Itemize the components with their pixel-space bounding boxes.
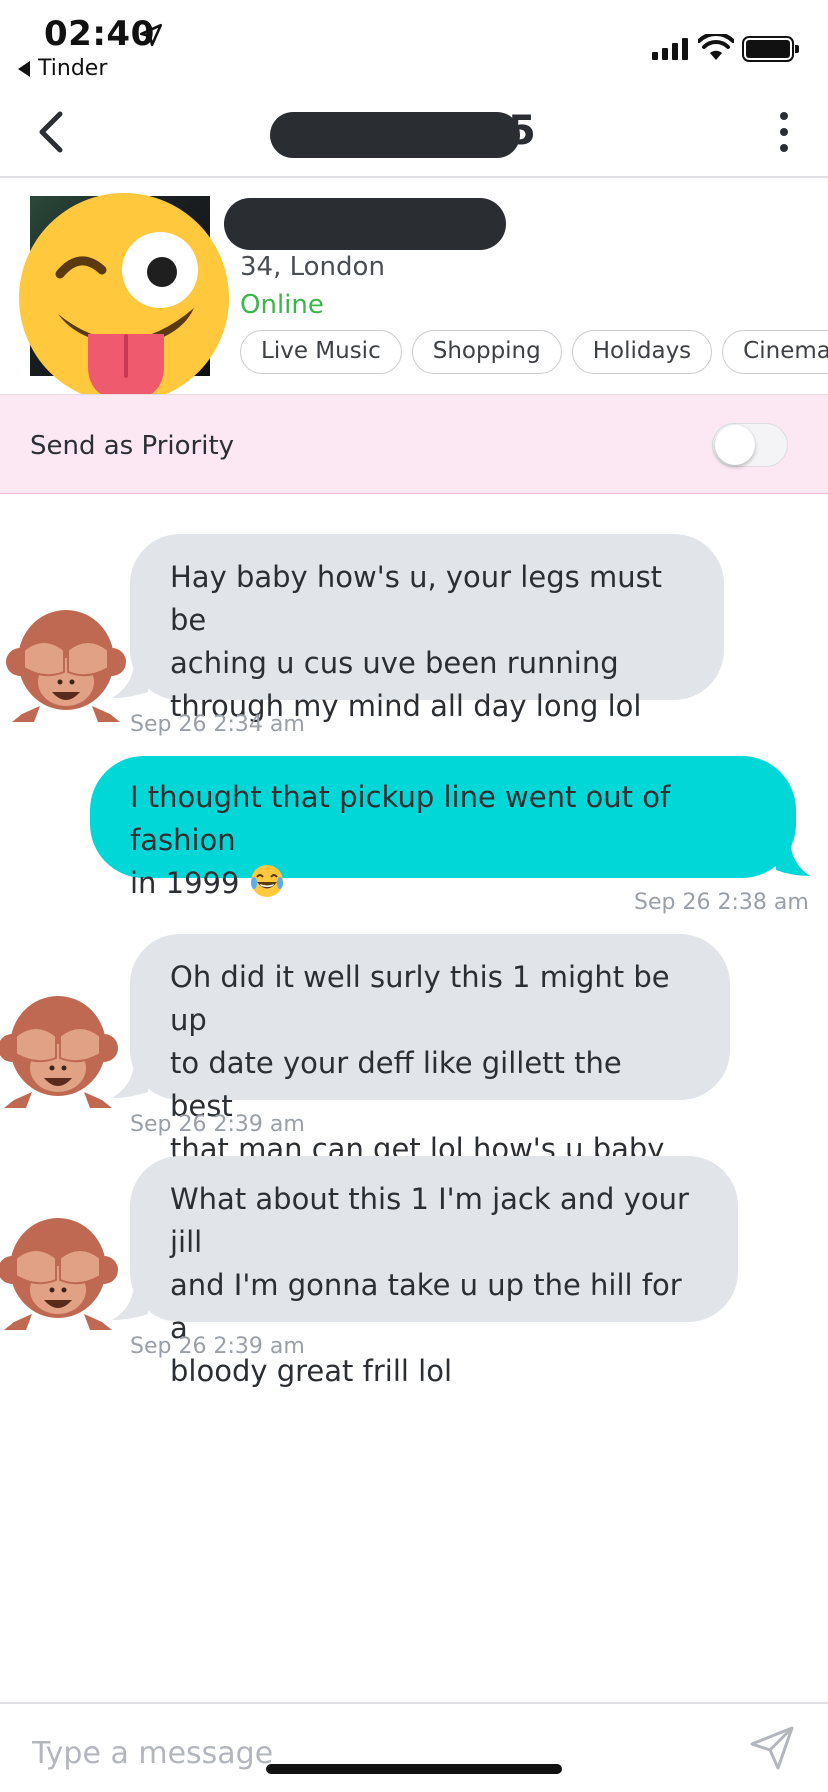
- location-arrow-icon: [139, 23, 163, 47]
- chevron-left-icon[interactable]: [34, 108, 70, 156]
- interest-tag[interactable]: Shopping: [411, 330, 562, 374]
- more-options-icon[interactable]: [772, 110, 796, 154]
- message-bubble-incoming[interactable]: What about this 1 I'm jack and your jill…: [130, 1156, 738, 1388]
- message-line: Hay baby how's u, your legs must be: [170, 560, 663, 637]
- see-no-evil-monkey-avatar[interactable]: [6, 604, 126, 724]
- interest-tag[interactable]: Holidays: [571, 330, 713, 374]
- message-line: aching u cus uve been running: [170, 646, 619, 680]
- priority-toggle[interactable]: [712, 423, 788, 467]
- bubble-tail-outgoing: [776, 842, 810, 876]
- cellular-signal-icon: [652, 38, 688, 60]
- send-as-priority-bar: Send as Priority: [0, 394, 828, 494]
- message-timestamp: Sep 26 2:39 am: [130, 1334, 305, 1359]
- message-timestamp: Sep 26 2:34 am: [130, 712, 305, 737]
- home-indicator: [266, 1764, 562, 1774]
- back-to-app-link[interactable]: Tinder: [18, 56, 107, 81]
- message-bubble-incoming[interactable]: Hay baby how's u, your legs must be achi…: [130, 534, 724, 723]
- battery-icon: [742, 36, 799, 62]
- send-as-priority-label: Send as Priority: [30, 431, 235, 461]
- winking-tongue-emoji-sticker: [19, 193, 229, 403]
- online-status: Online: [240, 290, 324, 320]
- wifi-icon: [698, 34, 734, 60]
- interest-tag[interactable]: Live Music: [240, 330, 402, 374]
- interest-tags: Live Music Shopping Holidays Cinema: [240, 330, 828, 374]
- message-line: Oh did it well surly this 1 might be up: [170, 960, 670, 1037]
- message-timestamp: Sep 26 2:39 am: [130, 1112, 305, 1137]
- message-text: in 1999: [130, 866, 240, 900]
- redacted-profile-name: [224, 198, 506, 250]
- bubble-tail-incoming: [112, 1286, 148, 1320]
- interest-tag[interactable]: Cinema: [722, 330, 828, 374]
- composer-divider: [0, 1702, 828, 1704]
- back-triangle-icon: [18, 60, 30, 77]
- message-line: What about this 1 I'm jack and your jill: [170, 1182, 689, 1259]
- see-no-evil-monkey-avatar[interactable]: [0, 990, 118, 1110]
- header-divider: [0, 176, 828, 178]
- match-name-tail: 5: [508, 108, 536, 154]
- profile-age-location: 34, London: [240, 252, 385, 282]
- message-timestamp: Sep 26 2:38 am: [634, 890, 809, 915]
- bubble-tail-incoming: [112, 664, 148, 698]
- face-with-tears-of-joy-icon: [250, 865, 283, 897]
- redacted-match-name: [270, 112, 520, 158]
- send-icon[interactable]: [748, 1724, 796, 1772]
- bubble-tail-incoming: [112, 1064, 148, 1098]
- message-bubble-outgoing[interactable]: I thought that pickup line went out of f…: [90, 756, 796, 900]
- toggle-knob: [715, 425, 755, 465]
- back-to-app-label: Tinder: [38, 56, 108, 81]
- message-line: I thought that pickup line went out of f…: [130, 780, 671, 857]
- see-no-evil-monkey-avatar[interactable]: [0, 1212, 118, 1332]
- message-bubble-incoming[interactable]: Oh did it well surly this 1 might be up …: [130, 934, 730, 1166]
